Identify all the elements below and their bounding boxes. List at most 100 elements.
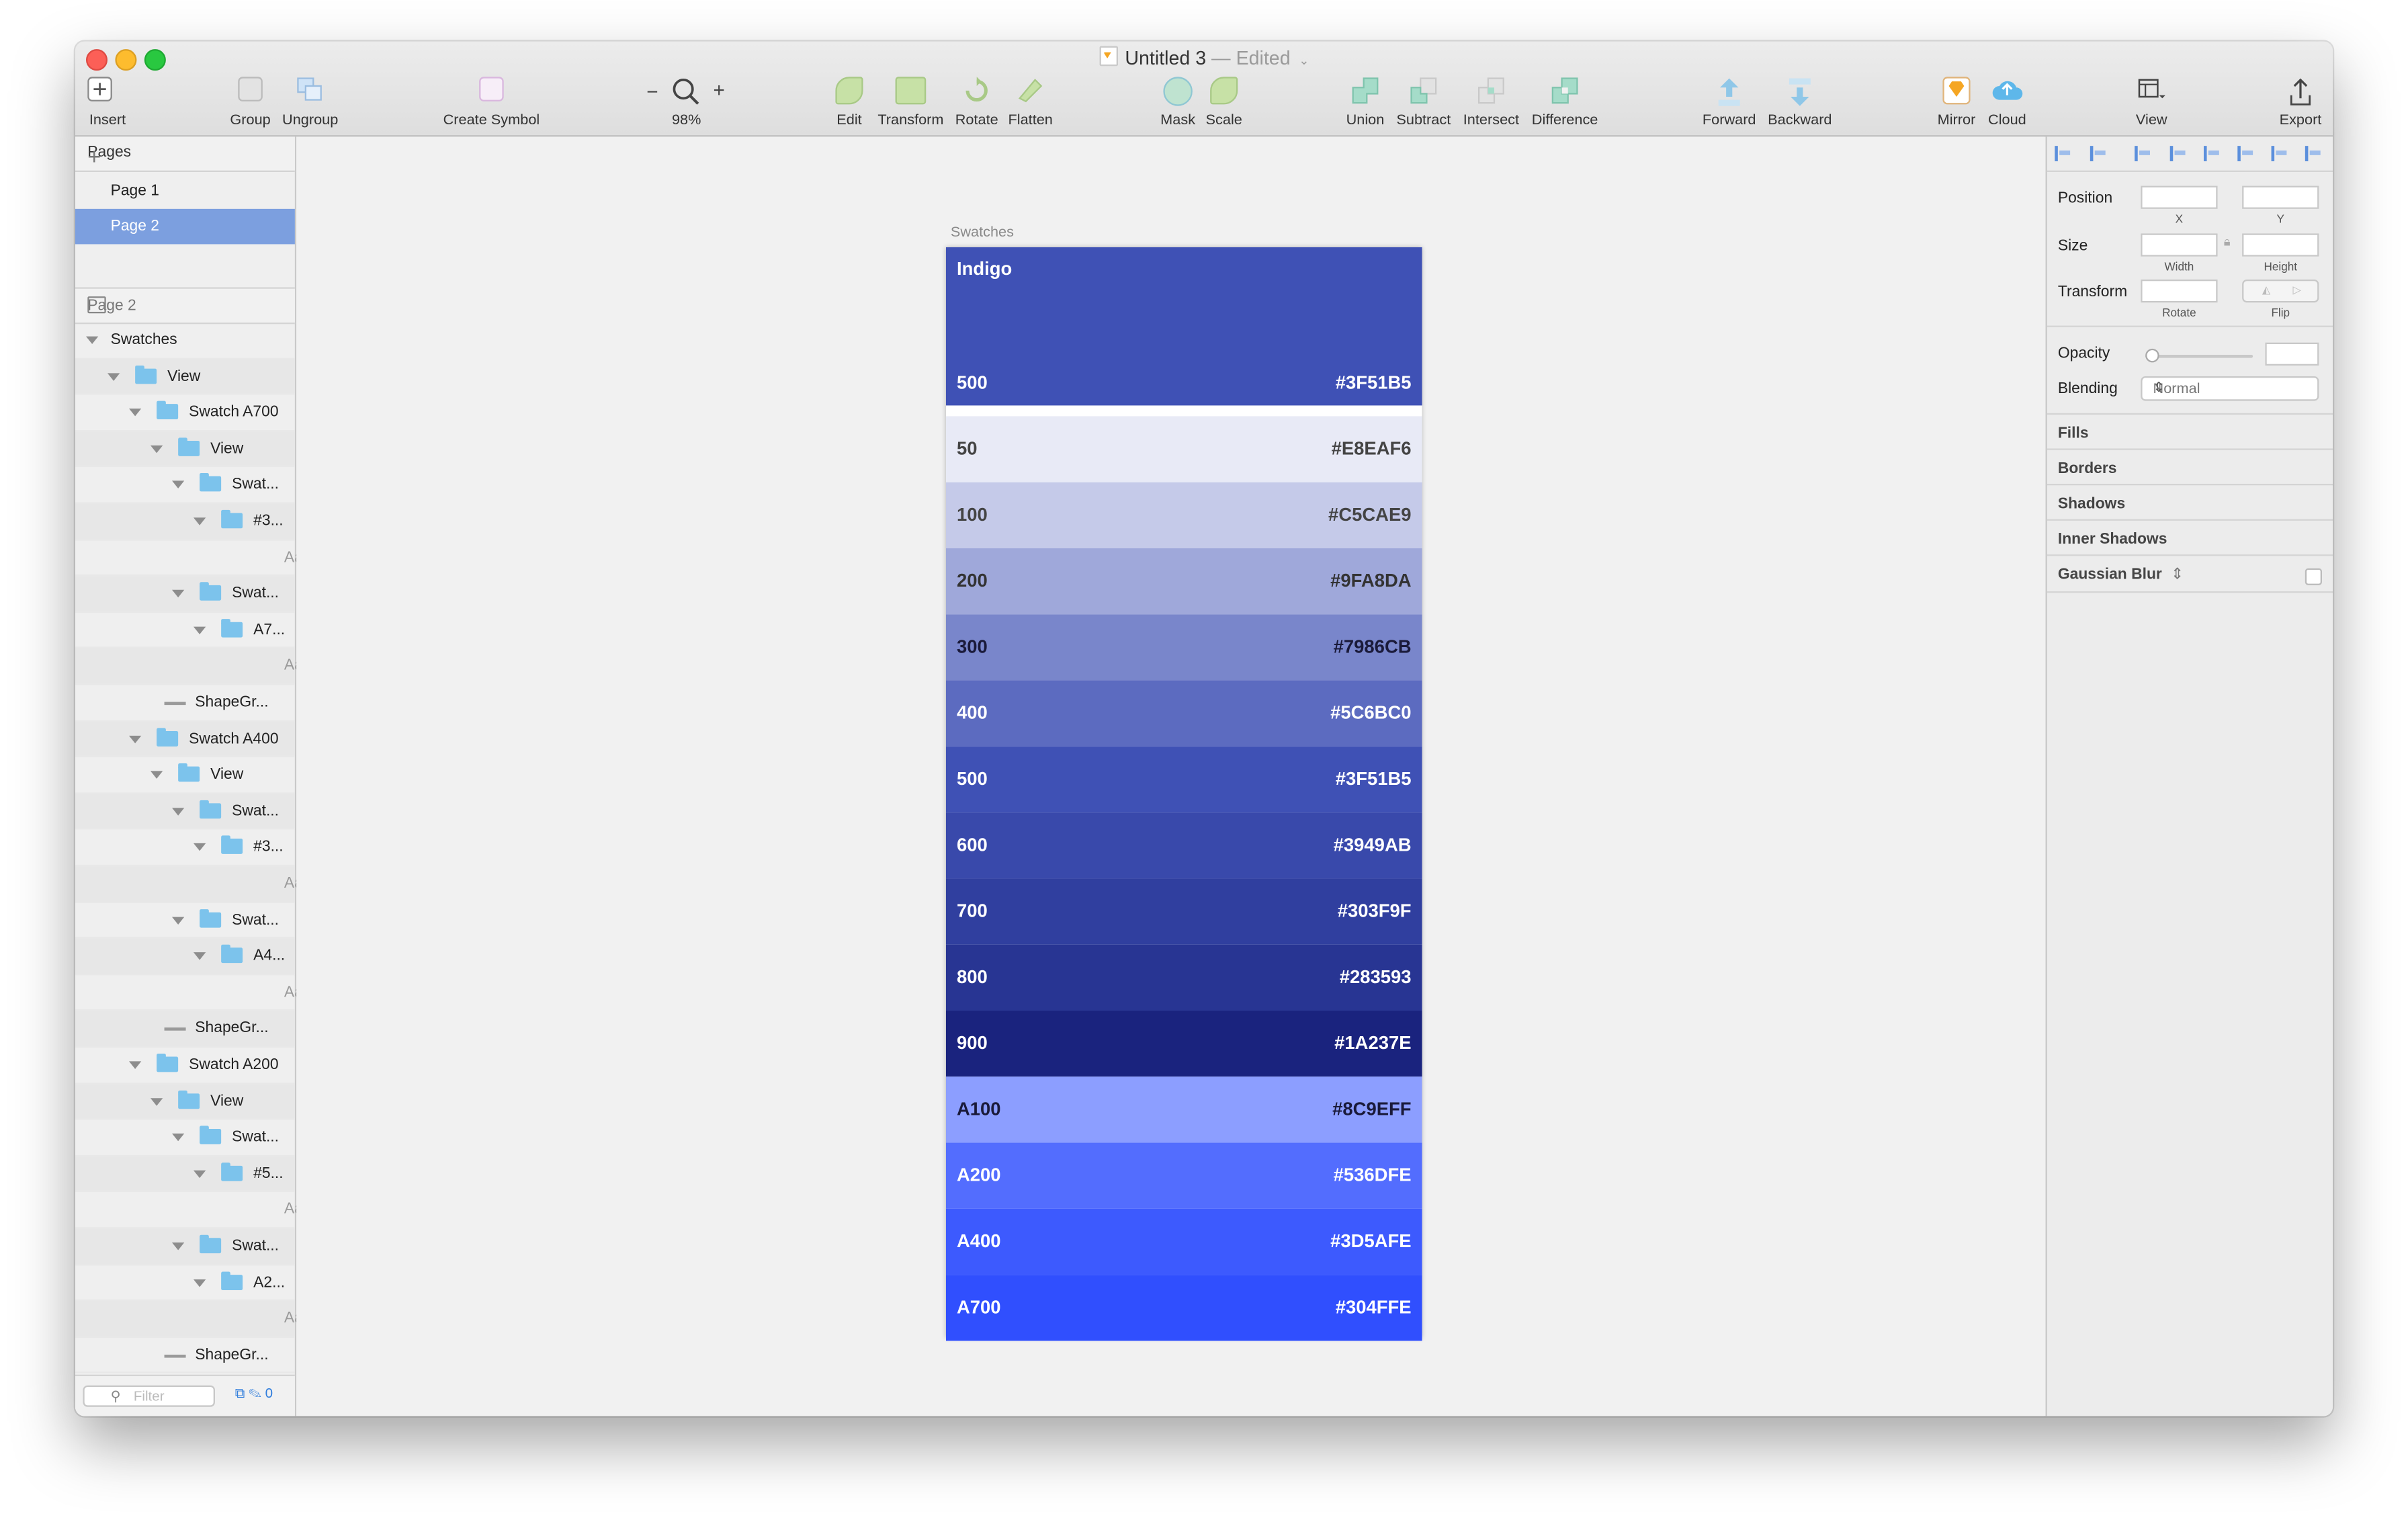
disclosure-triangle-icon[interactable]	[150, 771, 163, 779]
disclosure-triangle-icon[interactable]	[171, 590, 185, 598]
brush-icon[interactable]: ✎	[249, 1386, 261, 1401]
disclosure-triangle-icon[interactable]	[128, 734, 142, 743]
scale-button[interactable]: Scale	[1201, 77, 1247, 129]
swatch-row[interactable]: A100 #8C9EFF	[945, 1076, 1422, 1143]
difference-button[interactable]: Difference	[1526, 77, 1603, 129]
layer-row[interactable]: A7...	[75, 613, 295, 649]
layer-row[interactable]: ShapeGr...	[75, 1011, 295, 1048]
swatch-row[interactable]: 100 #C5CAE9	[945, 482, 1422, 548]
artboard-label[interactable]: Swatches	[951, 224, 1014, 241]
mirror-button[interactable]: Mirror	[1930, 77, 1983, 129]
align-center-icon[interactable]	[2169, 146, 2187, 161]
swatch-header[interactable]: Indigo 500 #3F51B5	[945, 247, 1422, 406]
layer-row[interactable]: Aa#!	[75, 1193, 325, 1229]
swatch-row[interactable]: 700 #303F9F	[945, 878, 1422, 945]
create-symbol-button[interactable]: Create Symbol	[439, 77, 544, 129]
disclosure-triangle-icon[interactable]	[171, 481, 185, 489]
zoom-in-button[interactable]: +	[713, 79, 724, 101]
swatch-row[interactable]: 900 #1A237E	[945, 1010, 1422, 1077]
layer-row[interactable]: #5...	[75, 1156, 295, 1193]
layer-row[interactable]: Aa#:	[75, 866, 325, 903]
disclosure-triangle-icon[interactable]	[171, 1134, 185, 1142]
distribute-horizontal-icon[interactable]	[2055, 146, 2071, 161]
swatch-row[interactable]: 200 #9FA8DA	[945, 548, 1422, 615]
layer-row[interactable]: Swat...	[75, 576, 295, 613]
disclosure-triangle-icon[interactable]	[171, 807, 185, 816]
layer-row[interactable]: View	[75, 431, 295, 468]
layer-row[interactable]: A4...	[75, 938, 295, 975]
ungroup-button[interactable]: Ungroup	[280, 77, 341, 129]
layer-row[interactable]: ShapeGr...	[75, 685, 295, 722]
edit-button[interactable]: Edit	[828, 77, 871, 129]
page-item-1[interactable]: Page 1	[75, 173, 295, 209]
lock-icon[interactable]: 🔒︎	[2224, 235, 2231, 251]
layer-row[interactable]: Swat...	[75, 902, 295, 939]
distribute-vertical-icon[interactable]	[2090, 146, 2107, 161]
blending-select[interactable]: Normal ⇕	[2141, 376, 2319, 401]
layer-row[interactable]: Swatch A200	[75, 1048, 295, 1084]
layer-row[interactable]: Swatches	[75, 323, 295, 359]
swatch-row[interactable]: 400 #5C6BC0	[945, 680, 1422, 747]
rotate-button[interactable]: Rotate	[952, 77, 1001, 129]
flip-vertical-icon[interactable]: ▷	[2293, 284, 2301, 296]
forward-button[interactable]: Forward	[1698, 77, 1760, 129]
filter-tools[interactable]: ⧉ ✎ 0	[235, 1386, 273, 1402]
layer-row[interactable]: AaA:	[75, 648, 327, 685]
inner-shadows-section[interactable]: Inner Shadows	[2058, 532, 2167, 548]
opacity-slider-track[interactable]	[2145, 354, 2253, 358]
layer-row[interactable]: Swatch A700	[75, 395, 295, 431]
layer-row[interactable]: View	[75, 757, 295, 794]
export-button[interactable]: Export	[2274, 77, 2327, 129]
layer-row[interactable]: View	[75, 1083, 295, 1120]
insert-button[interactable]: Insert	[81, 77, 134, 129]
disclosure-triangle-icon[interactable]	[150, 445, 163, 453]
align-right-icon[interactable]	[2203, 146, 2221, 161]
disclosure-triangle-icon[interactable]	[85, 336, 99, 344]
layer-row[interactable]: #3...	[75, 503, 295, 540]
swatch-row[interactable]: A400 #3D5AFE	[945, 1208, 1422, 1275]
disclosure-triangle-icon[interactable]	[128, 409, 142, 417]
swatch-row[interactable]: 600 #3949AB	[945, 812, 1422, 879]
layer-row[interactable]: Swatch A400	[75, 721, 295, 758]
align-top-icon[interactable]	[2237, 146, 2254, 161]
width-field[interactable]	[2141, 233, 2218, 257]
align-middle-icon[interactable]	[2271, 146, 2288, 161]
position-y-field[interactable]	[2242, 185, 2319, 209]
swatch-row[interactable]: A700 #304FFE	[945, 1275, 1422, 1341]
subtract-button[interactable]: Subtract	[1391, 77, 1456, 129]
canvas[interactable]: Swatches Indigo 500 #3F51B5 50 #E8EAF6 100…	[296, 136, 2045, 1416]
layer-row[interactable]: Swat...	[75, 468, 295, 504]
artboard-swatches[interactable]: Indigo 500 #3F51B5 50 #E8EAF6 100 #C5CAE9 20…	[945, 247, 1422, 1341]
gaussian-blur-section[interactable]: Gaussian Blur ⇕	[2058, 566, 2184, 583]
view-button[interactable]: View	[2128, 77, 2175, 129]
up-down-chevron-icon[interactable]: ⇕	[2171, 566, 2184, 583]
add-page-button[interactable]: +	[87, 144, 286, 171]
transform-button[interactable]: Transform	[874, 77, 948, 129]
group-button[interactable]: Group	[226, 77, 275, 129]
flatten-button[interactable]: Flatten	[1004, 77, 1057, 129]
disclosure-triangle-icon[interactable]	[107, 372, 120, 380]
swatch-row[interactable]: 800 #283593	[945, 944, 1422, 1011]
rotate-field[interactable]	[2141, 279, 2218, 303]
layer-row[interactable]: AaA‹	[75, 975, 327, 1011]
disclosure-triangle-icon[interactable]	[128, 1061, 142, 1069]
collapse-layers-icon[interactable]	[87, 296, 106, 314]
align-bottom-icon[interactable]	[2305, 146, 2322, 161]
opacity-slider-knob[interactable]	[2145, 348, 2159, 363]
gaussian-blur-checkbox[interactable]	[2305, 568, 2322, 585]
layer-row[interactable]: #3...	[75, 830, 295, 867]
page-item-2[interactable]: Page 2	[75, 208, 295, 245]
disclosure-triangle-icon[interactable]	[150, 1097, 163, 1105]
cloud-button[interactable]: Cloud	[1983, 77, 2032, 129]
disclosure-triangle-icon[interactable]	[171, 1242, 185, 1251]
layer-row[interactable]: View	[75, 358, 295, 395]
intersect-button[interactable]: Intersect	[1459, 77, 1523, 129]
swatch-row[interactable]: A200 #536DFE	[945, 1142, 1422, 1209]
opacity-field[interactable]	[2265, 342, 2319, 366]
flip-horizontal-icon[interactable]: ◭	[2262, 284, 2270, 296]
mask-button[interactable]: Mask	[1155, 77, 1201, 129]
layer-row[interactable]: ShapeGr...	[75, 1337, 295, 1374]
layer-row[interactable]: AaA:	[75, 1301, 327, 1338]
layer-row[interactable]: Swat...	[75, 1228, 295, 1265]
union-button[interactable]: Union	[1342, 77, 1389, 129]
